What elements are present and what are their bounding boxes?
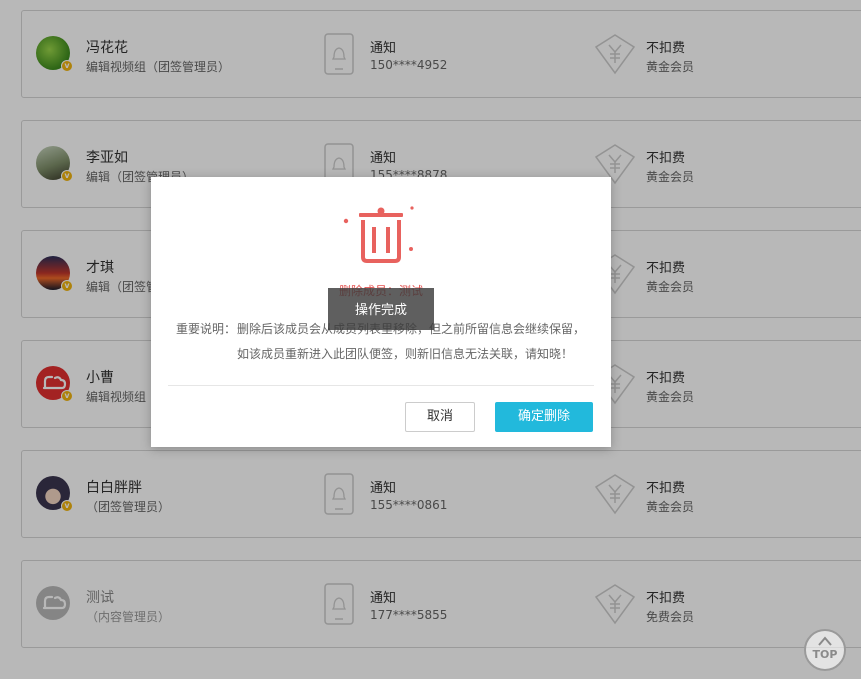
trash-icon xyxy=(343,206,414,263)
notes-label: 重要说明： xyxy=(176,322,237,336)
back-to-top-button[interactable]: TOP xyxy=(804,629,846,671)
top-label: TOP xyxy=(812,648,838,661)
chevron-up-icon xyxy=(818,636,832,646)
cancel-button[interactable]: 取消 xyxy=(405,402,475,432)
dialog-divider xyxy=(168,385,594,386)
delete-member-dialog: 删除成员：测试 重要说明： 删除后该成员会从成员列表里移除，但之前所留信息会继续… xyxy=(151,177,611,447)
toast-message: 操作完成 xyxy=(328,288,434,330)
notes-line-2: 如该成员重新进入此团队便签，则新旧信息无法关联，请知晓！ xyxy=(237,347,574,361)
confirm-delete-button[interactable]: 确定删除 xyxy=(495,402,593,432)
